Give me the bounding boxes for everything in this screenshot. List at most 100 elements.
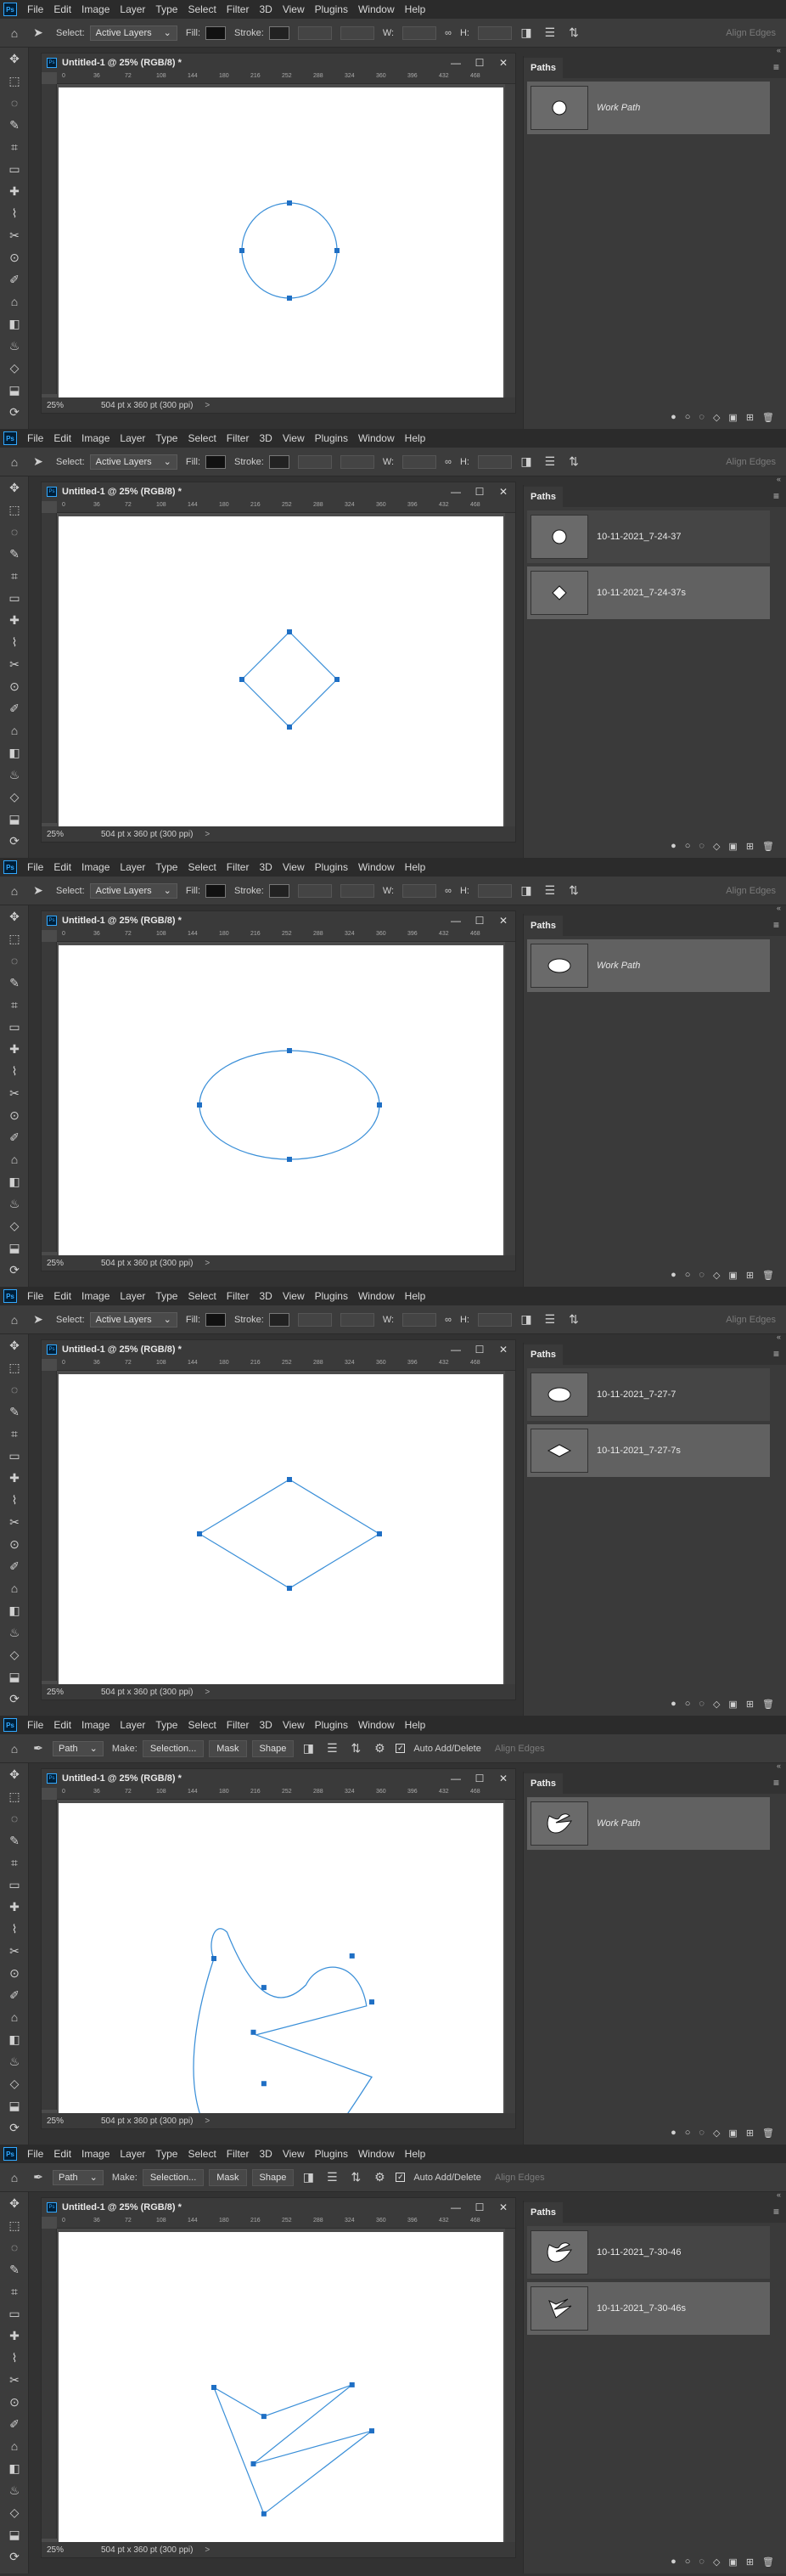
fill-path-icon[interactable]: ● — [671, 1270, 677, 1280]
anchor-point[interactable] — [287, 1048, 292, 1053]
menu-plugins[interactable]: Plugins — [310, 0, 353, 19]
history-brush-icon[interactable]: ⌂ — [0, 719, 29, 741]
menu-type[interactable]: Type — [150, 429, 182, 448]
history-brush-icon[interactable]: ⌂ — [0, 1148, 29, 1170]
pen-tool-icon[interactable]: ✒ — [0, 2568, 29, 2574]
collapse-panel-icon[interactable]: « — [777, 2190, 781, 2199]
eyedropper-tool-icon[interactable]: ✚ — [0, 1038, 29, 1060]
load-as-selection-icon[interactable]: ◌ — [699, 841, 705, 851]
horizontal-ruler[interactable]: 0 36 72 108 144 180 216 252 288 324 360 396 432 468 — [57, 72, 515, 84]
stroke-width-field[interactable] — [297, 25, 332, 40]
path-arrangement-icon[interactable]: ⇅ — [564, 24, 583, 42]
menu-view[interactable]: View — [278, 858, 310, 877]
ruler-tool-icon[interactable]: ⌇ — [0, 1918, 29, 1940]
fill-path-icon[interactable]: ● — [671, 1699, 677, 1709]
path-operations-icon[interactable]: ◨ — [517, 882, 536, 900]
menu-view[interactable]: View — [278, 1716, 310, 1734]
menu-file[interactable]: File — [22, 1287, 48, 1305]
eyedropper-tool-icon[interactable]: ✚ — [0, 2325, 29, 2347]
minimize-icon[interactable]: — — [444, 1773, 468, 1784]
gradient-tool-icon[interactable]: ♨ — [0, 1621, 29, 1643]
rotate-tool-icon[interactable]: ⟳ — [0, 1688, 29, 1710]
menu-view[interactable]: View — [278, 429, 310, 448]
rotate-tool-icon[interactable]: ⟳ — [0, 2117, 29, 2139]
gradient-tool-icon[interactable]: ♨ — [0, 764, 29, 786]
canvas-path-drawing[interactable] — [59, 1803, 503, 2121]
stroke-swatch[interactable] — [268, 454, 289, 469]
menu-window[interactable]: Window — [353, 1716, 400, 1734]
anchor-point[interactable] — [287, 1477, 292, 1482]
delete-path-icon[interactable]: 🗑 — [762, 412, 774, 423]
canvas[interactable] — [59, 2232, 503, 2550]
menu-type[interactable]: Type — [150, 2145, 182, 2163]
height-field[interactable] — [477, 1312, 512, 1327]
photoshop-logo-icon[interactable]: Ps — [3, 1718, 17, 1732]
maximize-icon[interactable]: ☐ — [468, 486, 491, 498]
tool-mode-dropdown[interactable]: Path ⌄ — [53, 2169, 104, 2185]
eyedropper-tool-icon[interactable]: ✚ — [0, 1896, 29, 1918]
load-as-selection-icon[interactable]: ◌ — [699, 1270, 705, 1280]
ruler-tool-icon[interactable]: ⌇ — [0, 202, 29, 224]
lasso-tool-icon[interactable]: ◌ — [0, 2236, 29, 2258]
close-icon[interactable]: ✕ — [491, 1773, 515, 1784]
brush-tool-icon[interactable]: ⊙ — [0, 1104, 29, 1126]
width-field[interactable] — [402, 1312, 437, 1327]
menu-window[interactable]: Window — [353, 429, 400, 448]
fill-path-icon[interactable]: ● — [671, 841, 677, 851]
menu-3d[interactable]: 3D — [254, 1287, 277, 1305]
menu-filter[interactable]: Filter — [222, 429, 255, 448]
vertical-scrollbar[interactable] — [505, 1800, 515, 2113]
healing-brush-icon[interactable]: ✂ — [0, 1940, 29, 1962]
menu-view[interactable]: View — [278, 0, 310, 19]
make-work-path-icon[interactable]: ◇ — [713, 412, 720, 423]
move-tool-icon[interactable]: ✥ — [0, 1763, 29, 1785]
path-arrangement-icon[interactable]: ⇅ — [564, 1311, 583, 1329]
menu-file[interactable]: File — [22, 2145, 48, 2163]
minimize-icon[interactable]: — — [444, 1344, 468, 1356]
status-menu-arrow[interactable]: > — [205, 2545, 210, 2555]
vertical-scrollbar[interactable] — [505, 2229, 515, 2542]
menu-select[interactable]: Select — [182, 429, 221, 448]
brush-tool-icon[interactable]: ⊙ — [0, 675, 29, 697]
anchor-point[interactable] — [261, 1985, 267, 1991]
add-mask-icon[interactable]: ▣ — [728, 2556, 737, 2568]
close-icon[interactable]: ✕ — [491, 2201, 515, 2213]
menu-type[interactable]: Type — [150, 1287, 182, 1305]
load-as-selection-icon[interactable]: ◌ — [699, 2128, 705, 2138]
make-selection-button[interactable]: Selection... — [142, 1739, 205, 1757]
crop-tool-icon[interactable]: ⌗ — [0, 1852, 29, 1874]
stroke-width-field[interactable] — [297, 1312, 332, 1327]
canvas-path-drawing[interactable] — [59, 87, 503, 405]
new-path-icon[interactable]: ⊞ — [746, 412, 754, 423]
brush-tool-icon[interactable]: ⊙ — [0, 1533, 29, 1555]
align-edges-checkbox[interactable]: Align Edges — [726, 457, 776, 467]
menu-edit[interactable]: Edit — [48, 1716, 76, 1734]
path-arrangement-icon[interactable]: ⇅ — [346, 1739, 365, 1758]
anchor-point[interactable] — [349, 2382, 355, 2387]
align-edges-checkbox[interactable]: Align Edges — [495, 1744, 545, 1754]
menu-file[interactable]: File — [22, 858, 48, 877]
add-mask-icon[interactable]: ▣ — [728, 412, 737, 423]
dodge-tool-icon[interactable]: ⬓ — [0, 2094, 29, 2117]
make-work-path-icon[interactable]: ◇ — [713, 1270, 720, 1281]
document-tab[interactable]: Ps Untitled-1 @ 25% (RGB/8) * — ☐ ✕ — [42, 1340, 515, 1359]
menu-view[interactable]: View — [278, 2145, 310, 2163]
link-icon[interactable]: ∞ — [445, 886, 452, 896]
path-item[interactable]: 10-11-2021_7-27-7 — [527, 1368, 770, 1421]
healing-brush-icon[interactable]: ✂ — [0, 2369, 29, 2391]
anchor-point[interactable] — [287, 629, 292, 634]
menu-edit[interactable]: Edit — [48, 1287, 76, 1305]
canvas[interactable] — [59, 1374, 503, 1692]
new-path-icon[interactable]: ⊞ — [746, 2556, 754, 2568]
anchor-point[interactable] — [377, 1531, 382, 1536]
clone-stamp-icon[interactable]: ✐ — [0, 1555, 29, 1577]
minimize-icon[interactable]: — — [444, 2201, 468, 2213]
new-path-icon[interactable]: ⊞ — [746, 1699, 754, 1710]
minimize-icon[interactable]: — — [444, 57, 468, 69]
anchor-point[interactable] — [261, 2414, 267, 2420]
menu-3d[interactable]: 3D — [254, 0, 277, 19]
delete-path-icon[interactable]: 🗑 — [762, 2556, 774, 2568]
new-path-icon[interactable]: ⊞ — [746, 1270, 754, 1281]
blur-tool-icon[interactable]: ◇ — [0, 2501, 29, 2523]
maximize-icon[interactable]: ☐ — [468, 1773, 491, 1784]
